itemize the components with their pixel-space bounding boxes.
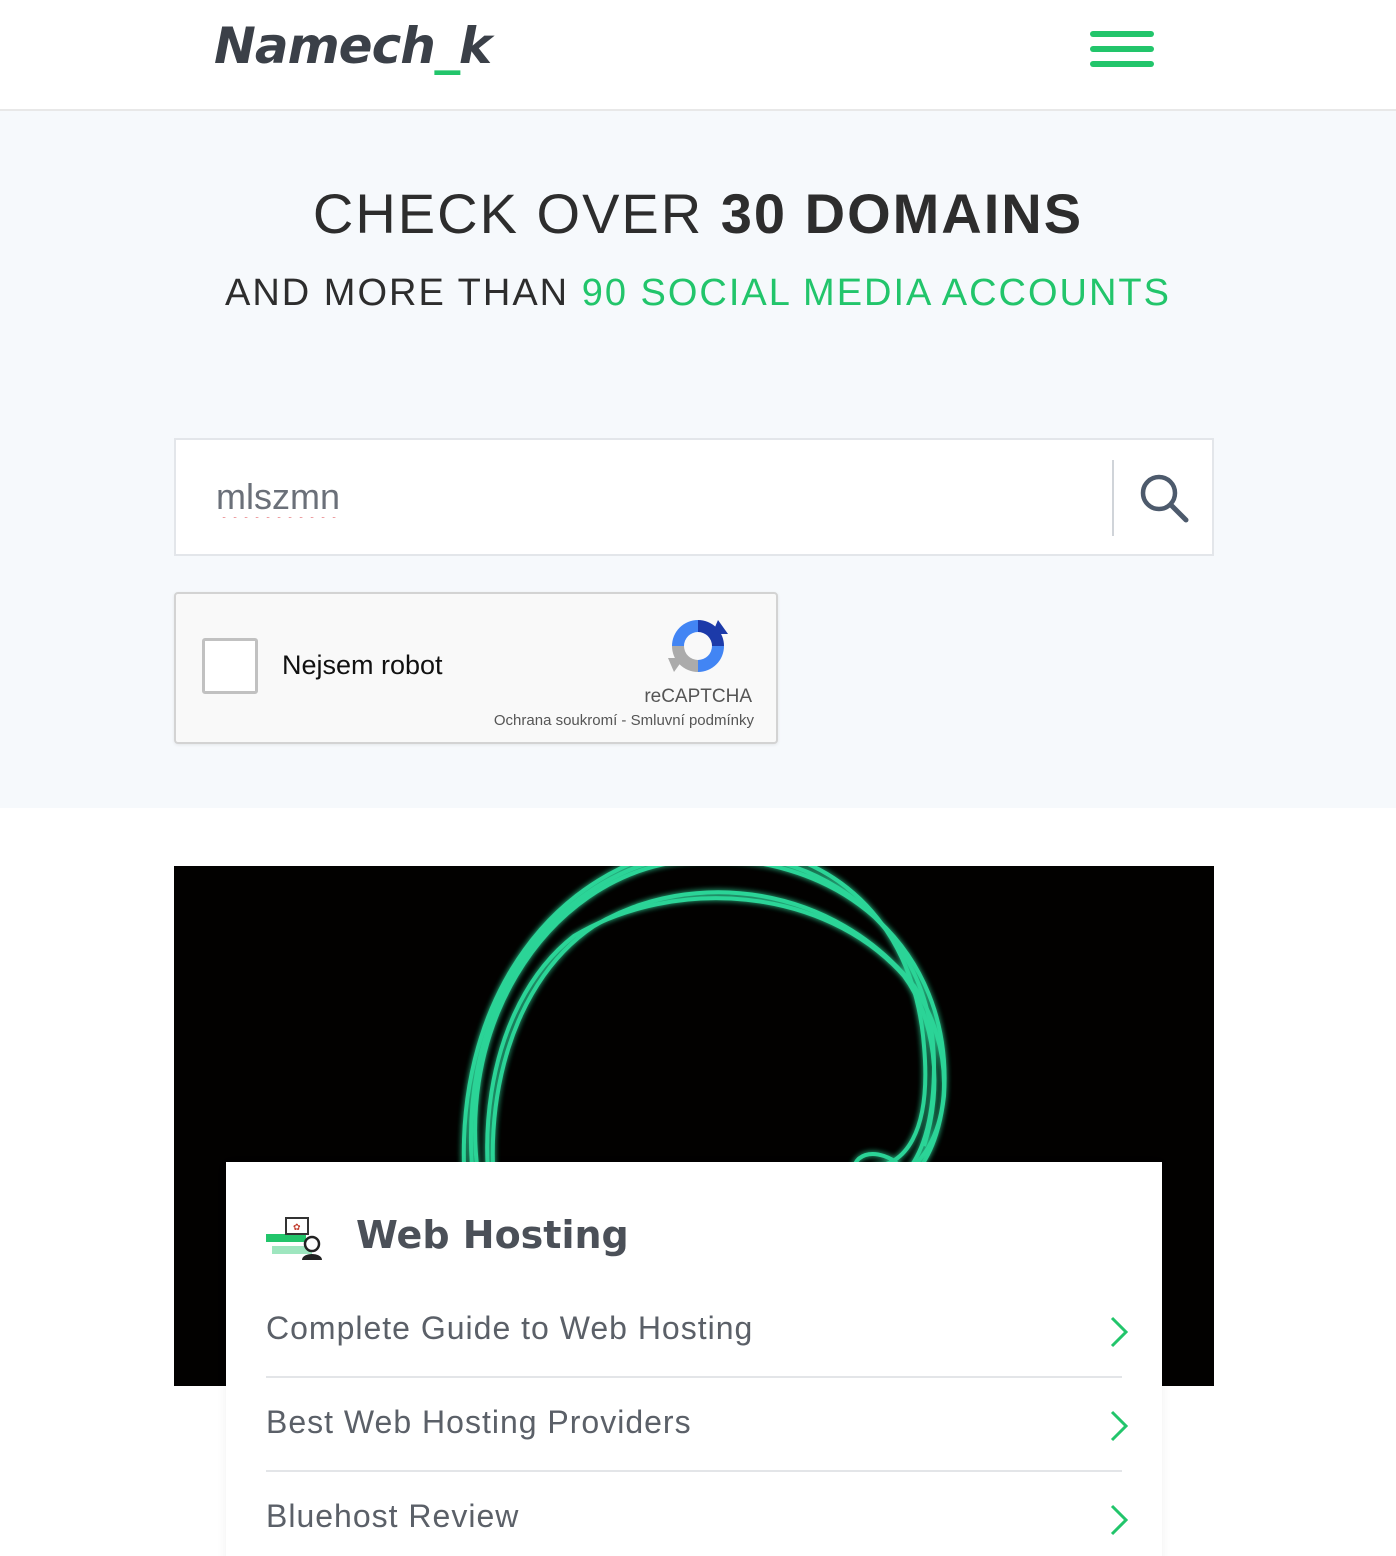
recaptcha-links: Ochrana soukromí - Smluvní podmínky: [494, 712, 754, 729]
link-best-providers[interactable]: Best Web Hosting Providers: [266, 1378, 1129, 1472]
hero-headline: CHECK OVER 30 DOMAINS: [0, 179, 1396, 249]
menu-bar: [1090, 46, 1154, 52]
card-title: Web Hosting: [356, 1213, 629, 1257]
link-label: Best Web Hosting Providers: [266, 1404, 692, 1440]
search-box: [174, 438, 1214, 556]
hamburger-menu-icon[interactable]: [1086, 28, 1158, 74]
link-complete-guide[interactable]: Complete Guide to Web Hosting: [266, 1284, 1129, 1378]
menu-bar: [1090, 61, 1154, 67]
recaptcha-brand: reCAPTCHA: [644, 686, 752, 707]
search-icon: [1140, 474, 1189, 523]
recaptcha-checkbox[interactable]: [202, 638, 258, 694]
headline-bold: 30 DOMAINS: [720, 182, 1084, 245]
search-button[interactable]: [1128, 462, 1200, 534]
hero-section: CHECK OVER 30 DOMAINS AND MORE THAN 90 S…: [0, 111, 1396, 808]
logo-underscore: _: [434, 17, 460, 75]
chevron-right-icon: [1110, 1410, 1129, 1442]
search-input[interactable]: [216, 470, 1096, 524]
link-bluehost-review[interactable]: Bluehost Review: [266, 1472, 1129, 1556]
recaptcha-widget: Nejsem robot reCAPTCHA Ochrana soukromí …: [174, 592, 778, 744]
logo-text-suffix: k: [458, 17, 492, 75]
site-logo[interactable]: Namech_k: [214, 16, 492, 76]
chevron-right-icon: [1110, 1316, 1129, 1348]
recaptcha-logo-icon: [668, 620, 728, 672]
menu-bar: [1090, 31, 1154, 37]
svg-text:✿: ✿: [293, 1223, 301, 1233]
hero-subline: AND MORE THAN 90 SOCIAL MEDIA ACCOUNTS: [0, 271, 1396, 315]
link-label: Complete Guide to Web Hosting: [266, 1310, 754, 1346]
links-separator: -: [617, 712, 631, 729]
terms-link[interactable]: Smluvní podmínky: [631, 712, 754, 729]
web-hosting-card: ✿ Web Hosting Complete Guide to Web Host…: [226, 1162, 1162, 1556]
search-divider: [1112, 460, 1114, 536]
web-hosting-icon: ✿: [266, 1217, 322, 1260]
site-header: Namech_k: [0, 0, 1396, 111]
link-label: Bluehost Review: [266, 1498, 520, 1534]
privacy-link[interactable]: Ochrana soukromí: [494, 712, 617, 729]
recaptcha-label: Nejsem robot: [282, 650, 443, 680]
subline-green: 90 SOCIAL MEDIA ACCOUNTS: [581, 272, 1171, 314]
logo-text-prefix: Namech: [214, 17, 436, 75]
chevron-right-icon: [1110, 1504, 1129, 1536]
subline-dark: AND MORE THAN: [225, 272, 582, 314]
headline-light: CHECK OVER: [312, 182, 721, 245]
